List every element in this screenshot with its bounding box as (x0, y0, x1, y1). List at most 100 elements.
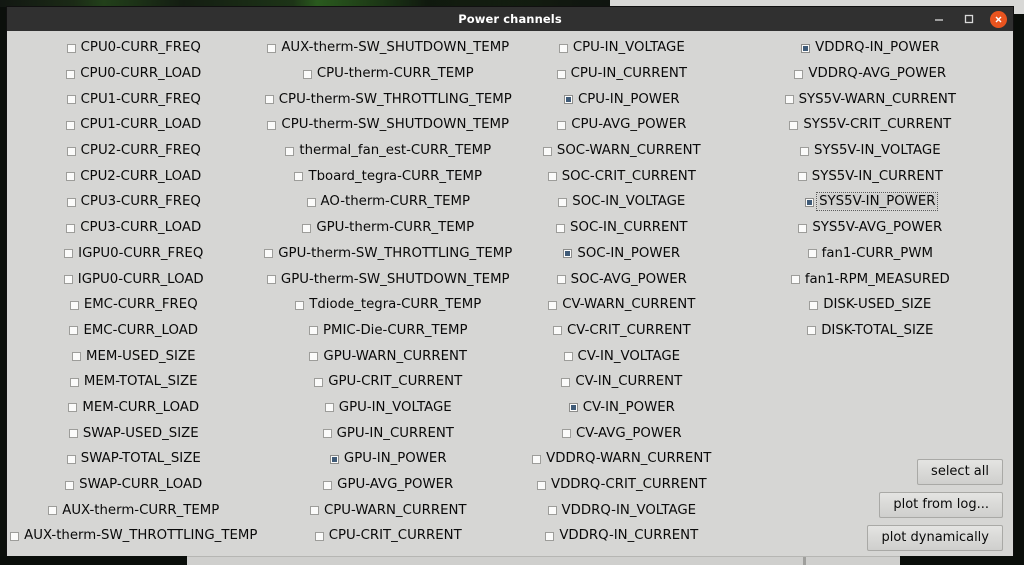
checkbox-unchecked-icon[interactable] (66, 454, 76, 464)
checkbox-unchecked-icon[interactable] (309, 352, 319, 362)
channel-checkbox-row[interactable]: CPU1-CURR_FREQ (7, 86, 262, 112)
channel-checkbox-row[interactable]: CPU-IN_CURRENT (516, 61, 729, 87)
checkbox-unchecked-icon[interactable] (563, 352, 573, 362)
channel-checkbox-row[interactable]: CPU-IN_POWER (516, 86, 729, 112)
checkbox-unchecked-icon[interactable] (48, 506, 58, 516)
channel-checkbox-row[interactable]: CV-CRIT_CURRENT (516, 318, 729, 344)
checkbox-unchecked-icon[interactable] (69, 326, 79, 336)
channel-checkbox-row[interactable]: EMC-CURR_FREQ (7, 292, 262, 318)
checkbox-unchecked-icon[interactable] (64, 249, 74, 259)
channel-checkbox-row[interactable]: CPU1-CURR_LOAD (7, 112, 262, 138)
channel-checkbox-row[interactable]: thermal_fan_est-CURR_TEMP (262, 138, 517, 164)
channel-checkbox-row[interactable]: GPU-therm-CURR_TEMP (262, 215, 517, 241)
channel-checkbox-row[interactable]: CV-AVG_POWER (516, 420, 729, 446)
channel-checkbox-row[interactable]: SOC-AVG_POWER (516, 266, 729, 292)
window-titlebar[interactable]: Power channels (7, 7, 1013, 31)
channel-checkbox-row[interactable]: CPU3-CURR_FREQ (7, 189, 262, 215)
channel-checkbox-row[interactable]: CV-IN_VOLTAGE (516, 343, 729, 369)
channel-checkbox-row[interactable]: VDDRQ-IN_CURRENT (516, 523, 729, 549)
channel-checkbox-row[interactable]: GPU-therm-SW_THROTTLING_TEMP (262, 241, 517, 267)
checkbox-unchecked-icon[interactable] (557, 120, 567, 130)
checkbox-unchecked-icon[interactable] (72, 352, 81, 362)
channel-checkbox-row[interactable]: GPU-therm-SW_SHUTDOWN_TEMP (262, 266, 517, 292)
checkbox-unchecked-icon[interactable] (66, 120, 76, 130)
checkbox-unchecked-icon[interactable] (264, 95, 274, 105)
checkbox-unchecked-icon[interactable] (306, 197, 316, 207)
channel-checkbox-row[interactable]: SOC-WARN_CURRENT (516, 138, 729, 164)
channel-checkbox-row[interactable]: Tdiode_tegra-CURR_TEMP (262, 292, 517, 318)
checkbox-unchecked-icon[interactable] (65, 480, 75, 490)
checkbox-unchecked-icon[interactable] (69, 300, 79, 310)
channel-checkbox-row[interactable]: CPU2-CURR_LOAD (7, 163, 262, 189)
maximize-icon[interactable] (960, 10, 978, 28)
channel-checkbox-row[interactable]: fan1-CURR_PWM (729, 241, 1013, 267)
checkbox-unchecked-icon[interactable] (68, 403, 78, 413)
checkbox-unchecked-icon[interactable] (302, 69, 312, 79)
checkbox-unchecked-icon[interactable] (547, 506, 557, 516)
channel-checkbox-row[interactable]: PMIC-Die-CURR_TEMP (262, 318, 517, 344)
channel-checkbox-row[interactable]: CV-IN_POWER (516, 395, 729, 421)
checkbox-unchecked-icon[interactable] (558, 43, 568, 53)
channel-checkbox-row[interactable]: MEM-CURR_LOAD (7, 395, 262, 421)
channel-checkbox-row[interactable]: SYS5V-WARN_CURRENT (729, 86, 1013, 112)
checkbox-unchecked-icon[interactable] (799, 146, 809, 156)
checkbox-unchecked-icon[interactable] (267, 120, 277, 130)
checkbox-unchecked-icon[interactable] (547, 172, 557, 182)
horizontal-scrollbar[interactable] (0, 556, 1024, 565)
channel-checkbox-row[interactable]: SWAP-TOTAL_SIZE (7, 446, 262, 472)
checkbox-unchecked-icon[interactable] (66, 223, 76, 233)
checkbox-unchecked-icon[interactable] (302, 223, 312, 233)
channel-checkbox-row[interactable]: CPU-therm-SW_SHUTDOWN_TEMP (262, 112, 517, 138)
channel-checkbox-row[interactable]: SOC-CRIT_CURRENT (516, 163, 729, 189)
channel-checkbox-row[interactable]: CPU-therm-SW_THROTTLING_TEMP (262, 86, 517, 112)
channel-checkbox-row[interactable]: CPU-IN_VOLTAGE (516, 35, 729, 61)
checkbox-unchecked-icon[interactable] (548, 300, 558, 310)
checkbox-unchecked-icon[interactable] (807, 326, 817, 336)
checkbox-unchecked-icon[interactable] (285, 146, 295, 156)
channel-checkbox-row[interactable]: SWAP-CURR_LOAD (7, 472, 262, 498)
checkbox-unchecked-icon[interactable] (561, 429, 571, 439)
channel-checkbox-row[interactable]: MEM-USED_SIZE (7, 343, 262, 369)
checkbox-unchecked-icon[interactable] (556, 275, 566, 285)
channel-checkbox-row[interactable]: CV-WARN_CURRENT (516, 292, 729, 318)
minimize-icon[interactable] (930, 10, 948, 28)
checkbox-unchecked-icon[interactable] (552, 326, 562, 336)
channel-checkbox-row[interactable]: CPU0-CURR_LOAD (7, 61, 262, 87)
channel-checkbox-row[interactable]: AUX-therm-SW_SHUTDOWN_TEMP (262, 35, 517, 61)
checkbox-unchecked-icon[interactable] (314, 377, 324, 387)
channel-checkbox-row[interactable]: VDDRQ-IN_VOLTAGE (516, 497, 729, 523)
channel-checkbox-row[interactable]: DISK-USED_SIZE (729, 292, 1013, 318)
channel-checkbox-row[interactable]: SYS5V-IN_CURRENT (729, 163, 1013, 189)
checkbox-unchecked-icon[interactable] (322, 429, 332, 439)
checkbox-checked-icon[interactable] (329, 454, 339, 464)
channel-checkbox-row[interactable]: VDDRQ-CRIT_CURRENT (516, 472, 729, 498)
checkbox-unchecked-icon[interactable] (532, 454, 542, 464)
checkbox-unchecked-icon[interactable] (536, 480, 546, 490)
channel-checkbox-row[interactable]: AO-therm-CURR_TEMP (262, 189, 517, 215)
checkbox-checked-icon[interactable] (805, 197, 815, 207)
checkbox-unchecked-icon[interactable] (809, 300, 819, 310)
checkbox-unchecked-icon[interactable] (66, 146, 76, 156)
channel-checkbox-row[interactable]: SYS5V-CRIT_CURRENT (729, 112, 1013, 138)
checkbox-unchecked-icon[interactable] (267, 43, 277, 53)
channel-checkbox-row[interactable]: IGPU0-CURR_FREQ (7, 241, 262, 267)
checkbox-unchecked-icon[interactable] (556, 223, 566, 233)
channel-checkbox-row[interactable]: GPU-AVG_POWER (262, 472, 517, 498)
channel-checkbox-row[interactable]: SYS5V-IN_POWER (729, 189, 1013, 215)
channel-checkbox-row[interactable]: SYS5V-AVG_POWER (729, 215, 1013, 241)
channel-checkbox-row[interactable]: Tboard_tegra-CURR_TEMP (262, 163, 517, 189)
channel-checkbox-row[interactable]: CPU0-CURR_FREQ (7, 35, 262, 61)
checkbox-unchecked-icon[interactable] (558, 197, 568, 207)
checkbox-unchecked-icon[interactable] (807, 249, 817, 259)
channel-checkbox-row[interactable]: CPU2-CURR_FREQ (7, 138, 262, 164)
checkbox-unchecked-icon[interactable] (790, 275, 800, 285)
checkbox-unchecked-icon[interactable] (308, 326, 318, 336)
plot-dynamically-button[interactable]: plot dynamically (867, 525, 1003, 551)
checkbox-unchecked-icon[interactable] (63, 275, 73, 285)
channel-checkbox-row[interactable]: SYS5V-IN_VOLTAGE (729, 138, 1013, 164)
checkbox-unchecked-icon[interactable] (309, 506, 319, 516)
checkbox-unchecked-icon[interactable] (66, 43, 76, 53)
checkbox-unchecked-icon[interactable] (66, 95, 76, 105)
checkbox-unchecked-icon[interactable] (797, 172, 807, 182)
checkbox-unchecked-icon[interactable] (69, 377, 79, 387)
